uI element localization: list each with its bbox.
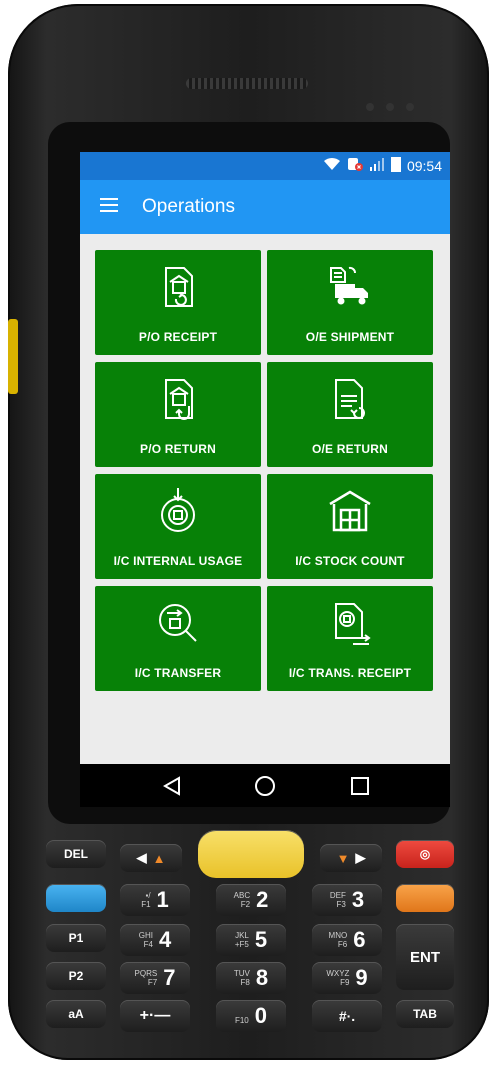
tile-label: I/C STOCK COUNT (295, 554, 405, 568)
key-label: P1 (68, 931, 84, 945)
tile-oe-shipment[interactable]: O/E SHIPMENT (267, 250, 433, 355)
key-label: DEL (64, 847, 88, 861)
key-sublabel: ABC F2 (233, 891, 251, 909)
key-label: 8 (255, 965, 269, 990)
key-label: 3 (351, 887, 365, 912)
key-sublabel: ▪/ F1 (141, 891, 151, 909)
nfc-icon (347, 156, 363, 175)
key-label: 0 (254, 1003, 268, 1028)
sensor-dot (366, 103, 374, 111)
power-key[interactable]: ◎ (396, 840, 454, 868)
key-sublabel: TUV F8 (233, 969, 250, 987)
document-return-icon (325, 374, 375, 424)
hamburger-menu-icon[interactable] (100, 198, 118, 212)
key-0[interactable]: F10 0 (216, 1000, 286, 1032)
key-symbols[interactable]: +·— (120, 1000, 190, 1032)
power-icon: ◎ (419, 847, 431, 861)
key-label: P2 (68, 969, 84, 983)
status-time: 09:54 (406, 157, 442, 174)
key-1[interactable]: ▪/ F1 1 (120, 884, 190, 916)
wifi-icon (323, 157, 341, 174)
key-sublabel: WXYZ F9 (326, 969, 350, 987)
tile-po-return[interactable]: P/O RETURN (95, 362, 261, 467)
earpiece-speaker (186, 78, 308, 89)
key-hash[interactable]: #·. (312, 1000, 382, 1032)
po-return-icon (153, 374, 203, 424)
key-label: 7 (163, 965, 176, 990)
tile-ic-stock-count[interactable]: I/C STOCK COUNT (267, 474, 433, 579)
right-arrow-icon: ▶ (355, 850, 366, 865)
sensor-dot (386, 103, 394, 111)
shift-key[interactable]: aA (46, 1000, 106, 1028)
key-label: TAB (413, 1007, 437, 1021)
key-sublabel: GHI F4 (138, 931, 153, 949)
key-label: 6 (353, 927, 366, 952)
key-3[interactable]: DEF F3 3 (312, 884, 382, 916)
key-label: 1 (156, 887, 169, 912)
orange-function-key[interactable] (396, 884, 454, 912)
key-sublabel: MNO F6 (328, 931, 348, 949)
key-label: 9 (355, 965, 368, 990)
tile-ic-internal-usage[interactable]: I/C INTERNAL USAGE (95, 474, 261, 579)
down-right-key[interactable]: ▼ ▶ (320, 844, 382, 872)
p1-key[interactable]: P1 (46, 924, 106, 952)
key-9[interactable]: WXYZ F9 9 (312, 962, 382, 994)
app-bar: Operations (80, 180, 450, 234)
key-sublabel: JKL +F5 (234, 931, 249, 949)
tile-label: I/C TRANSFER (134, 666, 222, 680)
page-title: Operations (142, 196, 235, 217)
left-up-key[interactable]: ◀ ▲ (120, 844, 182, 872)
status-bar: 09:54 (80, 152, 450, 180)
tile-po-receipt[interactable]: P/O RECEIPT (95, 250, 261, 355)
battery-icon (390, 156, 401, 175)
key-5[interactable]: JKL +F5 5 (216, 924, 286, 956)
app-screen: 09:54 Operations P/O RECEIPT O/E SHIPMEN… (80, 152, 450, 807)
key-label: ENT (410, 948, 440, 966)
signal-icon (369, 156, 385, 175)
scan-trigger-key[interactable] (198, 830, 304, 878)
key-label: 5 (254, 927, 268, 952)
recents-square-icon[interactable] (330, 764, 390, 807)
tile-label: P/O RECEIPT (138, 330, 218, 344)
tile-label: P/O RETURN (139, 442, 216, 456)
internal-usage-icon (153, 486, 203, 536)
key-sublabel: F10 (234, 1016, 249, 1025)
key-sublabel: DEF F3 (329, 891, 346, 909)
transfer-receipt-icon (325, 598, 375, 648)
del-key[interactable]: DEL (46, 840, 106, 868)
warehouse-icon (325, 486, 375, 536)
up-arrow-icon: ▲ (152, 850, 166, 866)
po-receipt-icon (153, 262, 203, 312)
side-scan-key[interactable] (8, 319, 18, 394)
p2-key[interactable]: P2 (46, 962, 106, 990)
tab-key[interactable]: TAB (396, 1000, 454, 1028)
ent-key[interactable]: ENT (396, 924, 454, 990)
key-label: 4 (158, 927, 172, 952)
transfer-search-icon (153, 598, 203, 648)
key-label: 2 (256, 887, 269, 912)
tile-ic-transfer[interactable]: I/C TRANSFER (95, 586, 261, 691)
left-arrow-icon: ◀ (136, 850, 147, 865)
back-triangle-icon[interactable] (142, 764, 202, 807)
sensor-dot (406, 103, 414, 111)
blue-function-key[interactable] (46, 884, 106, 912)
key-7[interactable]: PQRS F7 7 (120, 962, 190, 994)
key-label: aA (68, 1007, 84, 1021)
tile-label: I/C TRANS. RECEIPT (288, 666, 412, 680)
system-nav-bar (80, 764, 450, 807)
tile-oe-return[interactable]: O/E RETURN (267, 362, 433, 467)
tile-label: I/C INTERNAL USAGE (113, 554, 243, 568)
tile-label: O/E RETURN (311, 442, 388, 456)
key-8[interactable]: TUV F8 8 (216, 962, 286, 994)
tile-ic-trans-receipt[interactable]: I/C TRANS. RECEIPT (267, 586, 433, 691)
key-4[interactable]: GHI F4 4 (120, 924, 190, 956)
shipment-truck-icon (325, 262, 375, 312)
tile-label: O/E SHIPMENT (305, 330, 395, 344)
down-arrow-icon: ▼ (336, 850, 350, 866)
key-2[interactable]: ABC F2 2 (216, 884, 286, 916)
key-6[interactable]: MNO F6 6 (312, 924, 382, 956)
physical-keypad: DEL ◀ ▲ ▼ ▶ ◎ P1 P2 aA ENT TAB ▪/ F1 1 AB… (40, 830, 460, 1032)
home-circle-icon[interactable] (235, 764, 295, 807)
key-sublabel: PQRS F7 (134, 969, 158, 987)
